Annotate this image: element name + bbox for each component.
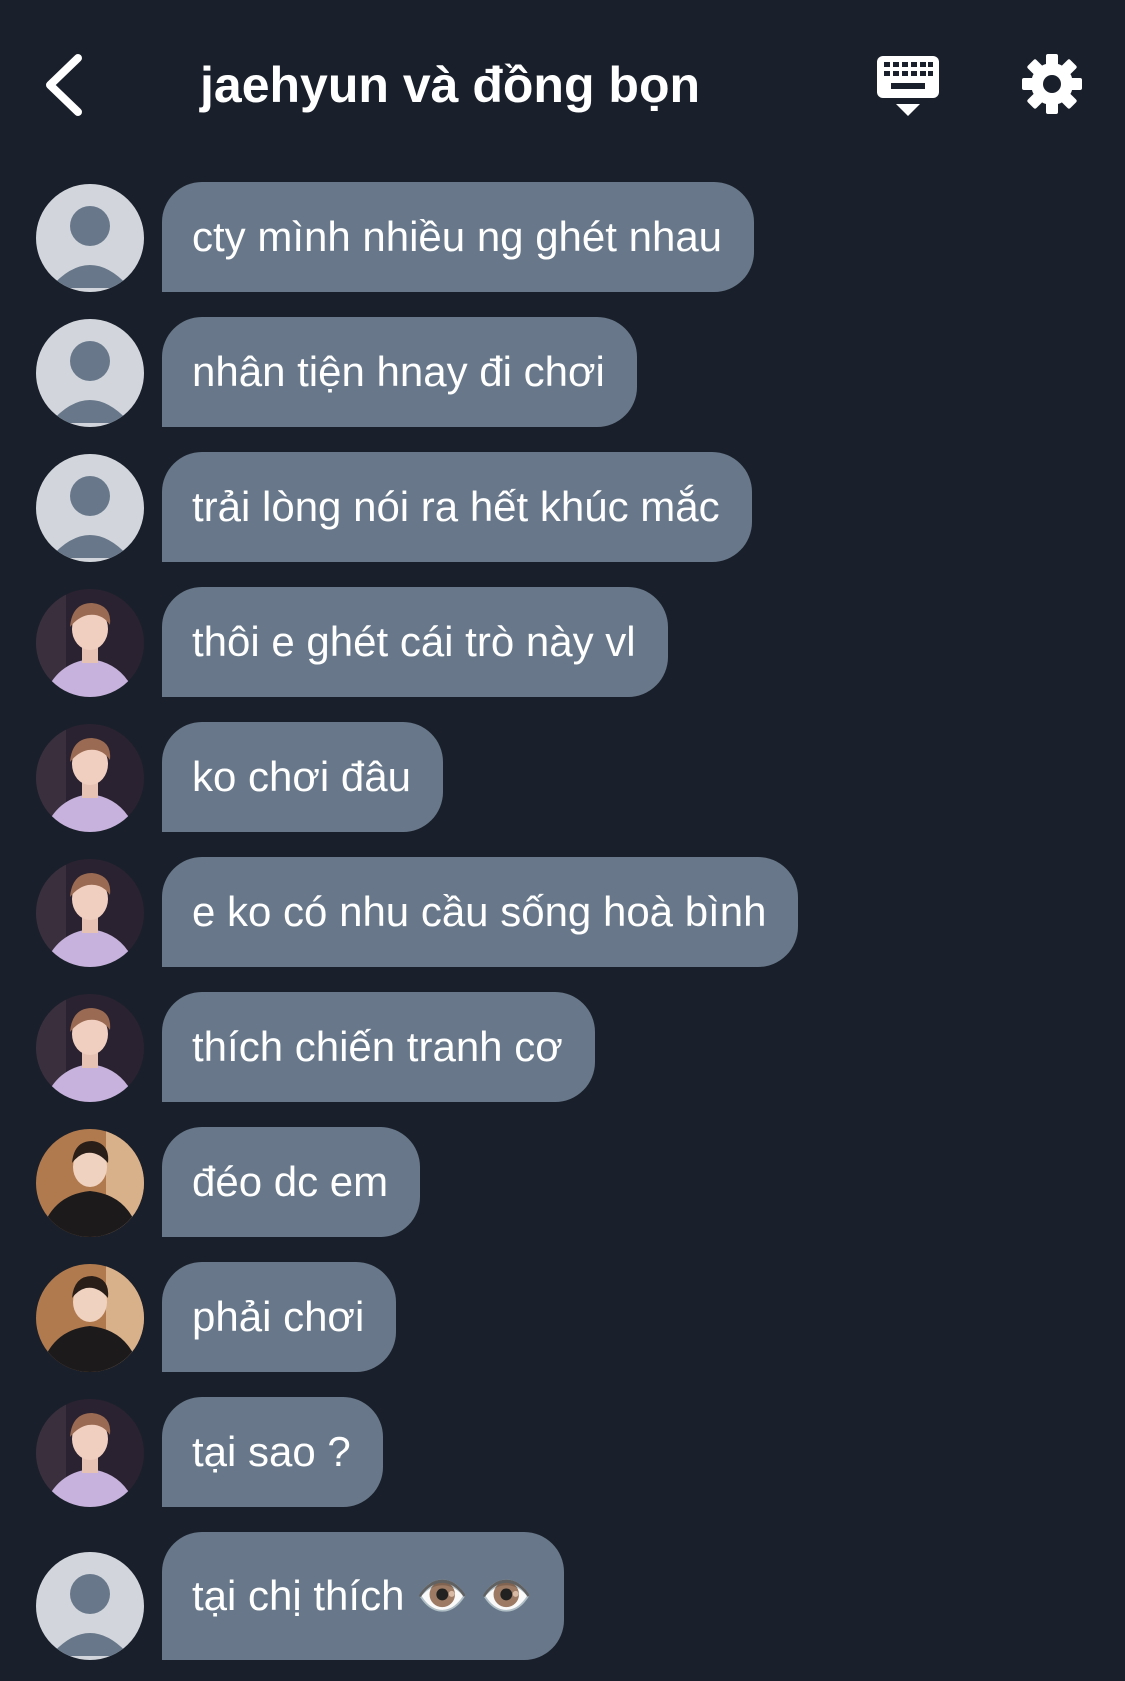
message-row: tại sao ? [0,1397,1125,1532]
photo-avatar-black-hoodie[interactable] [36,1264,144,1372]
message-bubble[interactable]: tại sao ? [162,1397,383,1507]
photo-avatar-lavender[interactable] [36,589,144,697]
message-row: nhân tiện hnay đi chơi [0,317,1125,452]
message-bubble[interactable]: thích chiến tranh cơ [162,992,595,1102]
default-avatar[interactable] [36,184,144,292]
photo-avatar-lavender[interactable] [36,1399,144,1507]
message-row: trải lòng nói ra hết khúc mắc [0,452,1125,587]
message-bubble[interactable]: trải lòng nói ra hết khúc mắc [162,452,752,562]
message-row: ko chơi đâu [0,722,1125,857]
message-bubble[interactable]: phải chơi [162,1262,397,1372]
message-bubble[interactable]: cty mình nhiều ng ghét nhau [162,182,755,292]
message-row: e ko có nhu cầu sống hoà bình [0,857,1125,992]
message-row: tại chị thích 👁️ 👁️ [0,1532,1125,1667]
message-bubble[interactable]: ko chơi đâu [162,722,444,832]
message-list: cty mình nhiều ng ghét nhau nhân tiện hn… [0,182,1125,1667]
person-icon [36,1552,144,1660]
message-bubble[interactable]: tại chị thích 👁️ 👁️ [162,1532,565,1660]
settings-button[interactable] [1020,52,1084,116]
default-avatar[interactable] [36,454,144,562]
message-bubble[interactable]: e ko có nhu cầu sống hoà bình [162,857,799,967]
message-row: phải chơi [0,1262,1125,1397]
message-row: đéo dc em [0,1127,1125,1262]
gear-icon [1022,54,1082,114]
user-photo [36,859,144,967]
photo-avatar-lavender[interactable] [36,859,144,967]
photo-avatar-lavender[interactable] [36,994,144,1102]
message-row: cty mình nhiều ng ghét nhau [0,182,1125,317]
message-bubble[interactable]: thôi e ghét cái trò này vl [162,587,668,697]
message-bubble[interactable]: đéo dc em [162,1127,421,1237]
message-row: thôi e ghét cái trò này vl [0,587,1125,722]
keyboard-icon [877,56,939,116]
message-row: thích chiến tranh cơ [0,992,1125,1127]
chevron-left-icon [46,54,82,116]
user-photo [36,1264,144,1372]
photo-avatar-lavender[interactable] [36,724,144,832]
default-avatar[interactable] [36,319,144,427]
chat-header: jaehyun và đồng bọn [0,0,1125,170]
back-button[interactable] [40,50,96,120]
user-photo [36,589,144,697]
user-photo [36,994,144,1102]
person-icon [36,184,144,292]
photo-avatar-black-hoodie[interactable] [36,1129,144,1237]
keyboard-button[interactable] [875,52,941,122]
user-photo [36,724,144,832]
chat-title: jaehyun và đồng bọn [200,57,701,113]
user-photo [36,1129,144,1237]
person-icon [36,319,144,427]
default-avatar[interactable] [36,1552,144,1660]
message-bubble[interactable]: nhân tiện hnay đi chơi [162,317,637,427]
person-icon [36,454,144,562]
user-photo [36,1399,144,1507]
